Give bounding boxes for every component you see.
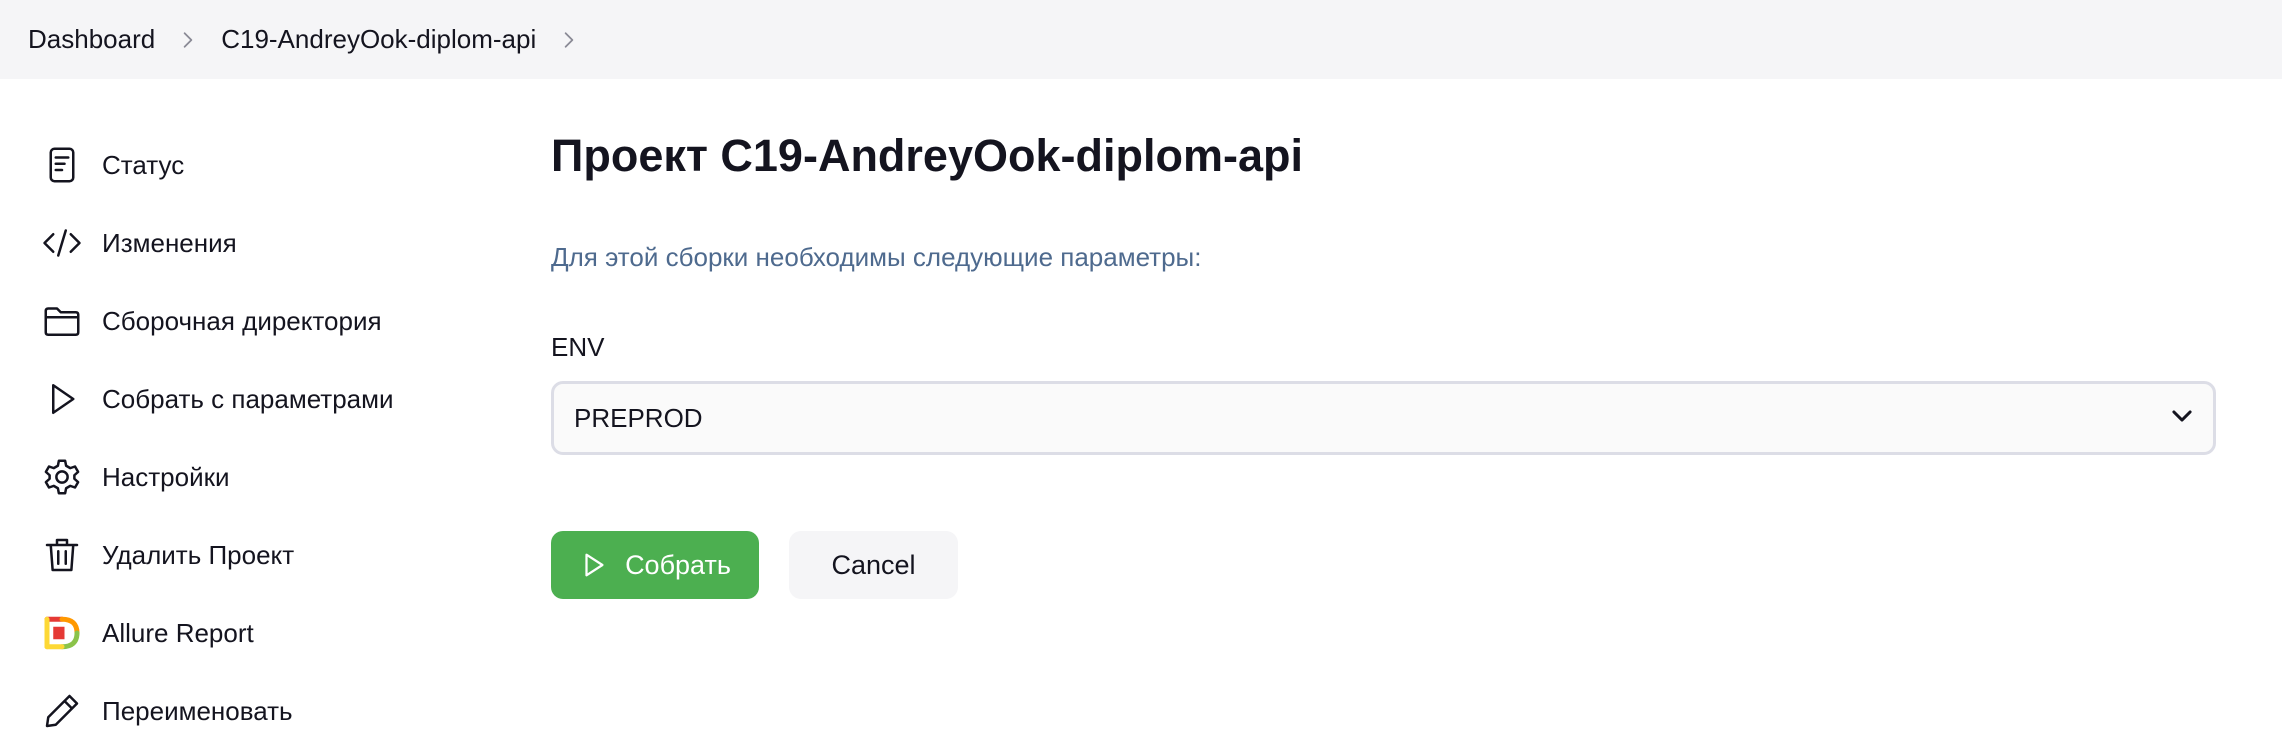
sidebar-item-label: Удалить Проект [102,539,295,570]
breadcrumb-project[interactable]: C19-AndreyOok-diplom-api [221,24,536,55]
allure-logo-icon [40,611,84,655]
sidebar-item-label: Статус [102,149,185,180]
sidebar-item-build-with-params[interactable]: Собрать с параметрами [40,360,480,438]
sidebar: Статус Изменения Сборочная директория Со… [40,126,480,750]
chevron-right-icon[interactable] [536,25,602,55]
sidebar-item-label: Переименовать [102,695,293,726]
parameter-label: ENV [551,332,605,362]
main-content: Проект C19-AndreyOok-diplom-api Для этой… [551,120,2216,599]
build-button[interactable]: Собрать [551,531,759,599]
trash-icon [40,533,84,577]
folder-icon [40,299,84,343]
sidebar-item-settings[interactable]: Настройки [40,438,480,516]
document-icon [40,143,84,187]
chevron-right-icon [155,25,221,55]
gear-icon [40,455,84,499]
sidebar-item-changes[interactable]: Изменения [40,204,480,282]
sidebar-item-status[interactable]: Статус [40,126,480,204]
cancel-button[interactable]: Cancel [789,531,958,599]
chevron-down-icon [2169,403,2195,434]
sidebar-item-label: Сборочная директория [102,305,382,336]
sidebar-item-label: Собрать с параметрами [102,383,394,414]
sidebar-item-label: Настройки [102,461,230,492]
sidebar-item-label: Allure Report [102,617,254,648]
parameters-note: Для этой сборки необходимы следующие пар… [551,242,1202,272]
breadcrumb: Dashboard C19-AndreyOok-diplom-api [0,0,2282,79]
play-icon [579,550,609,580]
cancel-button-label: Cancel [831,549,916,580]
build-button-label: Собрать [625,549,731,580]
env-select[interactable]: PREPROD [551,381,2216,455]
env-select-value: PREPROD [574,402,703,433]
sidebar-item-rename[interactable]: Переименовать [40,672,480,750]
play-icon [40,377,84,421]
sidebar-item-label: Изменения [102,227,237,258]
sidebar-item-delete-project[interactable]: Удалить Проект [40,516,480,594]
code-icon [40,221,84,265]
form-actions: Собрать Cancel [551,531,2216,599]
breadcrumb-dashboard[interactable]: Dashboard [28,24,155,55]
sidebar-item-workspace[interactable]: Сборочная директория [40,282,480,360]
pencil-icon [40,689,84,733]
sidebar-item-allure-report[interactable]: Allure Report [40,594,480,672]
page-title: Проект C19-AndreyOok-diplom-api [551,130,1303,181]
